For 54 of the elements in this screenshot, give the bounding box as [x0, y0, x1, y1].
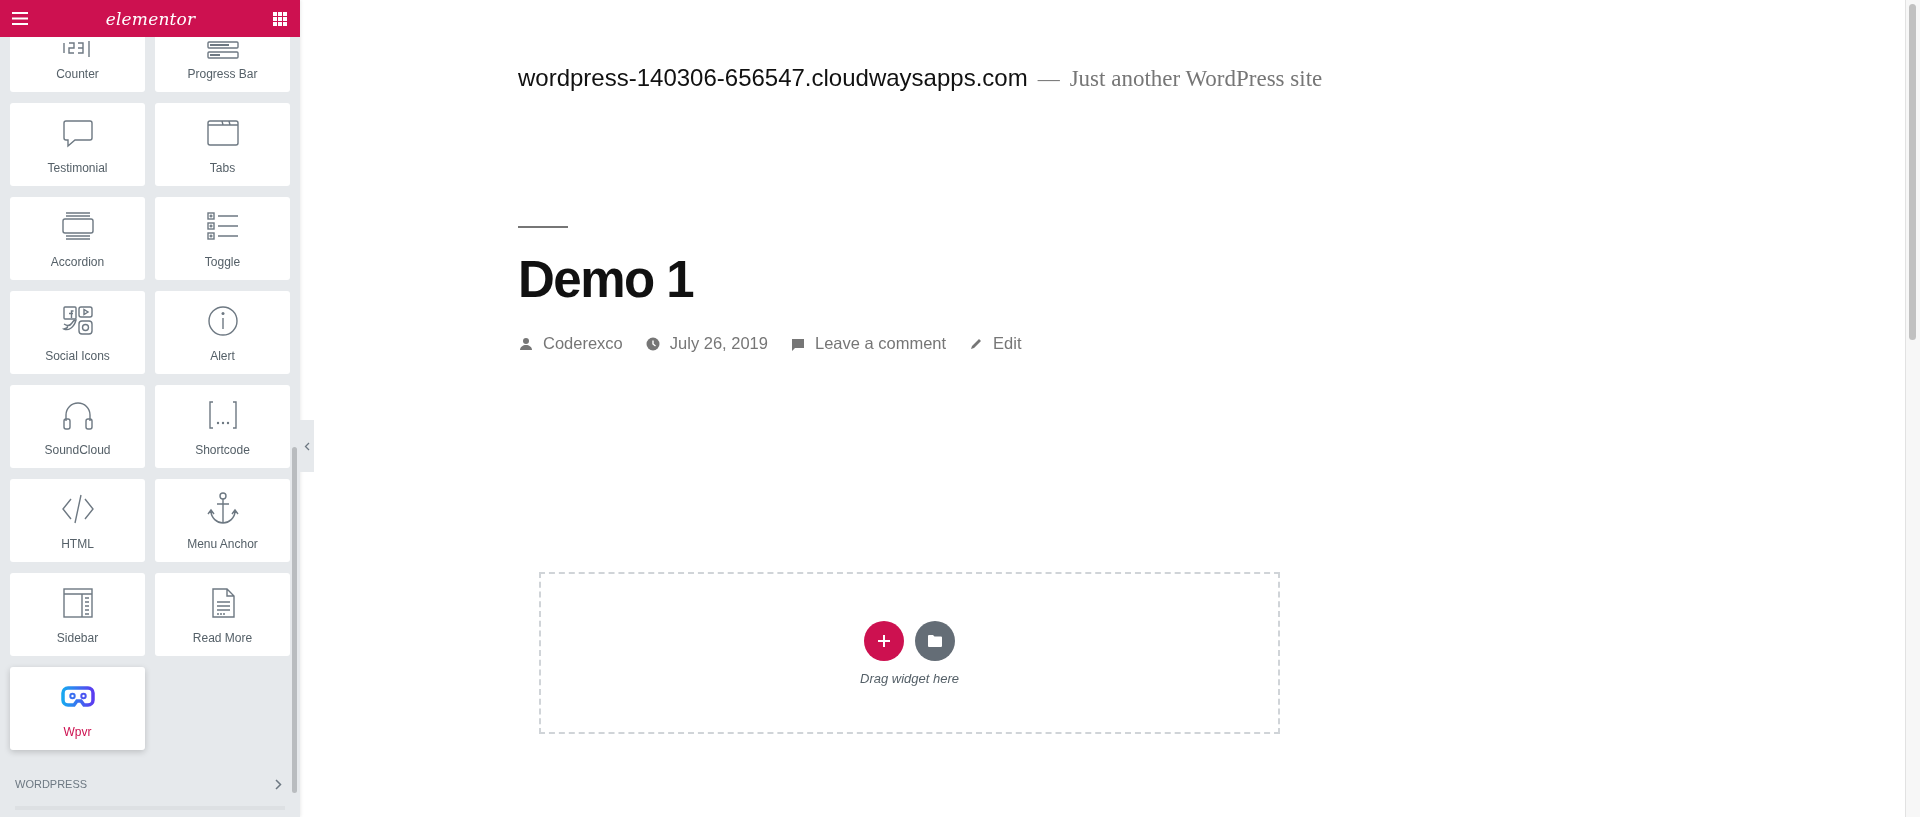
- separator: —: [1037, 66, 1060, 92]
- widget-card[interactable]: Menu Anchor: [155, 479, 290, 562]
- menu-icon[interactable]: [12, 12, 28, 25]
- widget-card[interactable]: Wpvr: [10, 667, 145, 750]
- scrollbar-thumb[interactable]: [292, 447, 297, 793]
- widget-card[interactable]: Accordion: [10, 197, 145, 280]
- widget-card[interactable]: Tabs: [155, 103, 290, 186]
- category-label: WORDPRESS: [15, 778, 88, 790]
- add-template-button[interactable]: [915, 620, 955, 661]
- person-icon: [518, 335, 534, 352]
- widget-card[interactable]: Alert: [155, 291, 290, 374]
- widget-card[interactable]: Shortcode: [155, 385, 290, 468]
- widget-label: Menu Anchor: [187, 537, 258, 551]
- logo: elementor: [105, 8, 196, 29]
- widget-card[interactable]: Read More: [155, 573, 290, 656]
- widget-label: Alert: [210, 349, 235, 363]
- meta-link[interactable]: Leave a comment: [814, 334, 947, 353]
- widget-label: SoundCloud: [44, 443, 111, 457]
- category-header[interactable]: WORDPRESS: [15, 774, 282, 794]
- apps-grid-icon[interactable]: [273, 11, 287, 26]
- meta-link[interactable]: Edit: [993, 334, 1022, 353]
- widget-label: Testimonial: [47, 161, 108, 175]
- widget-label: HTML: [61, 537, 94, 551]
- widget-card[interactable]: Counter: [10, 37, 145, 92]
- widget-card[interactable]: Testimonial: [10, 103, 145, 186]
- widget-card[interactable]: Social Icons: [10, 291, 145, 374]
- plus-icon: [878, 634, 890, 647]
- widget-card[interactable]: Progress Bar: [155, 37, 290, 92]
- chevron-left-icon: [304, 441, 310, 451]
- widget-label: Toggle: [204, 255, 241, 269]
- widget-label: Read More: [192, 631, 253, 645]
- post-title: Demo 1: [518, 250, 695, 310]
- clock-icon: [644, 335, 661, 352]
- widget-card[interactable]: Sidebar: [10, 573, 145, 656]
- widget-label: Counter: [56, 67, 99, 81]
- scrollbar[interactable]: [1905, 0, 1920, 817]
- widget-label: Wpvr: [63, 725, 92, 739]
- meta-link[interactable]: July 26, 2019: [669, 334, 768, 353]
- drop-hint: Drag widget here: [860, 670, 959, 686]
- meta-link[interactable]: Coderexco: [543, 334, 623, 353]
- site-tagline: Just another WordPress site: [1069, 66, 1323, 92]
- widget-card[interactable]: HTML: [10, 479, 145, 562]
- widget-label: Accordion: [50, 255, 105, 269]
- widget-label: Progress Bar: [187, 67, 258, 81]
- widget-label: Social Icons: [45, 349, 110, 363]
- widget-label: Tabs: [209, 161, 236, 175]
- add-section-button[interactable]: [864, 620, 904, 661]
- site-title[interactable]: wordpress-140306-656547.cloudwaysapps.com: [518, 64, 1028, 92]
- widget-label: Shortcode: [195, 443, 250, 457]
- widget-label: Sidebar: [56, 631, 99, 645]
- widget-card[interactable]: SoundCloud: [10, 385, 145, 468]
- widget-card[interactable]: Toggle: [155, 197, 290, 280]
- chevron-right-icon: [275, 778, 282, 790]
- drop-zone[interactable]: Drag widget here: [539, 572, 1280, 734]
